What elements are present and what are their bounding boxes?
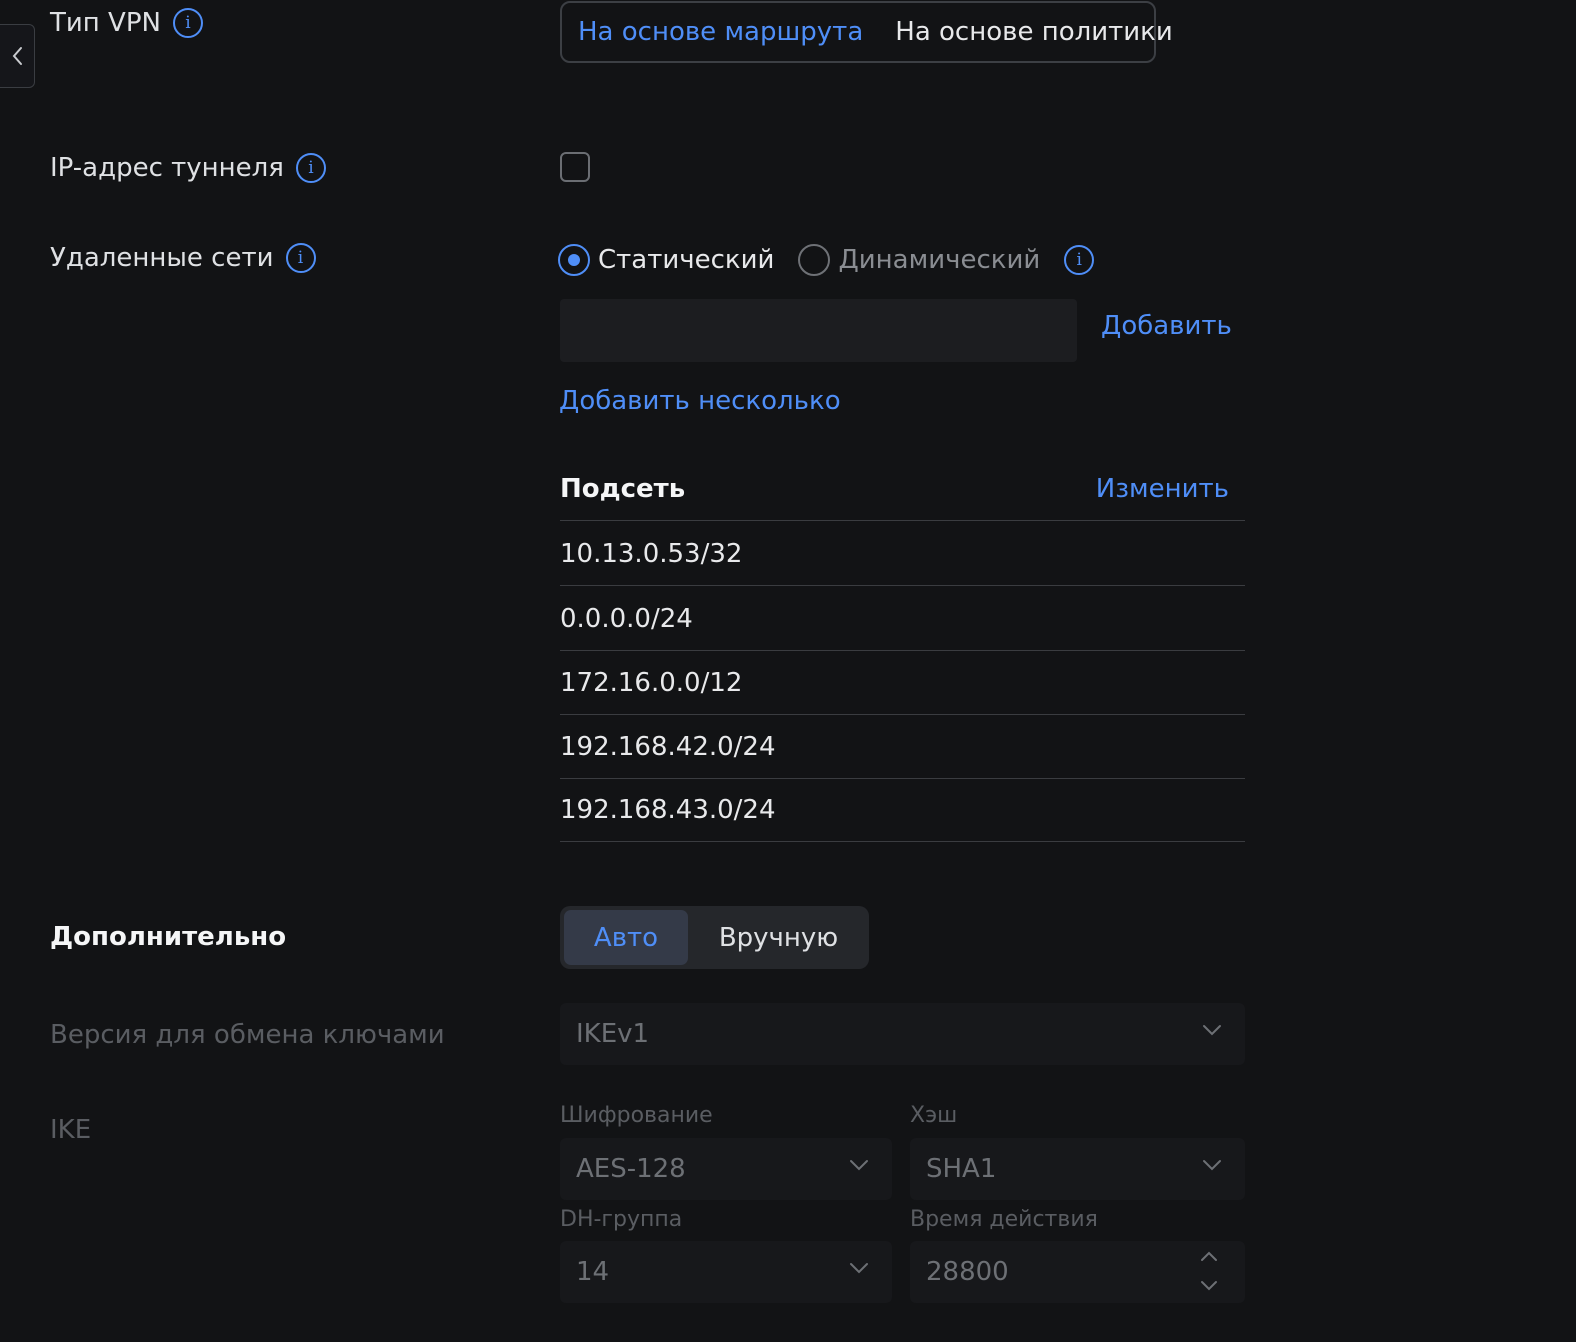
info-icon[interactable]: i (285, 243, 316, 273)
subnet-cell: 192.168.42.0/24 (560, 731, 776, 762)
tunnel-ip-label-text: IP-адрес туннеля (50, 153, 284, 183)
remote-networks-label-text: Удаленные сети (50, 243, 274, 273)
hash-label: Хэш (910, 1103, 958, 1128)
info-icon[interactable]: i (1064, 245, 1095, 275)
chevron-up-icon[interactable] (1199, 1249, 1219, 1263)
radio-static[interactable]: Статический (558, 244, 774, 276)
vpn-type-label-text: Тип VPN (50, 8, 161, 38)
subnet-column-header: Подсеть (560, 474, 686, 504)
table-row: 0.0.0.0/24 (560, 587, 1245, 651)
lifetime-value: 28800 (926, 1257, 1009, 1287)
lifetime-stepper[interactable]: 28800 (910, 1241, 1245, 1303)
hash-value: SHA1 (926, 1154, 997, 1184)
radio-dynamic-indicator[interactable] (798, 244, 831, 276)
edit-subnets-button[interactable]: Изменить (1096, 474, 1229, 504)
dh-group-label: DH-группа (560, 1207, 683, 1232)
chevron-down-icon[interactable] (1199, 1279, 1219, 1293)
ike-label-text: IKE (50, 1115, 92, 1145)
vpn-type-option-policy[interactable]: На основе политики (879, 17, 1189, 47)
add-multiple-link[interactable]: Добавить несколько (559, 386, 841, 416)
subnet-input[interactable] (560, 299, 1077, 362)
table-row: 10.13.0.53/32 (560, 522, 1245, 586)
tunnel-ip-label: IP-адрес туннеля i (50, 153, 326, 183)
info-icon[interactable]: i (172, 8, 203, 38)
encryption-label: Шифрование (560, 1103, 713, 1128)
remote-networks-label: Удаленные сети i (50, 243, 316, 273)
radio-static-label: Статический (598, 245, 775, 275)
advanced-option-auto[interactable]: Авто (564, 910, 688, 965)
chevron-down-icon (1203, 1025, 1221, 1036)
subnet-cell: 172.16.0.0/12 (560, 667, 743, 698)
subnet-cell: 10.13.0.53/32 (560, 538, 743, 569)
subnet-cell: 0.0.0.0/24 (560, 603, 693, 634)
advanced-label-text: Дополнительно (50, 922, 287, 952)
subnet-cell: 192.168.43.0/24 (560, 794, 776, 825)
chevron-down-icon (1203, 1160, 1221, 1171)
vpn-type-option-route[interactable]: На основе маршрута (562, 17, 879, 47)
remote-networks-radio-group: Статический Динамический i (558, 240, 1095, 280)
chevron-down-icon (850, 1263, 868, 1274)
key-exchange-label-text: Версия для обмена ключами (50, 1020, 445, 1050)
radio-dynamic-label: Динамический (838, 245, 1041, 275)
info-icon[interactable]: i (295, 153, 326, 183)
subnet-table-header: Подсеть Изменить (560, 470, 1245, 521)
encryption-value: AES-128 (576, 1154, 686, 1184)
vpn-type-segmented: На основе маршрута На основе политики (560, 1, 1173, 63)
vpn-type-label: Тип VPN i (50, 8, 203, 38)
vpn-settings-page: Тип VPN i На основе маршрута На основе п… (0, 0, 1576, 1342)
add-subnet-button[interactable]: Добавить (1101, 311, 1232, 341)
radio-dynamic[interactable]: Динамический (798, 244, 1040, 276)
dh-group-select[interactable]: 14 (560, 1241, 892, 1303)
table-row: 192.168.43.0/24 (560, 778, 1245, 842)
radio-static-indicator[interactable] (558, 244, 590, 276)
chevron-down-icon (850, 1160, 868, 1171)
chevron-left-icon (12, 47, 22, 65)
tunnel-ip-checkbox[interactable] (560, 152, 590, 182)
key-exchange-value: IKEv1 (576, 1019, 650, 1049)
advanced-option-manual[interactable]: Вручную (692, 910, 865, 965)
advanced-label: Дополнительно (50, 922, 286, 952)
key-exchange-select[interactable]: IKEv1 (560, 1003, 1245, 1065)
key-exchange-label: Версия для обмена ключами (50, 1020, 445, 1050)
ike-label: IKE (50, 1115, 91, 1145)
lifetime-label: Время действия (910, 1207, 1098, 1232)
advanced-mode-toggle: Авто Вручную (560, 906, 869, 969)
dh-group-value: 14 (576, 1257, 610, 1287)
table-row: 172.16.0.0/12 (560, 651, 1245, 715)
hash-select[interactable]: SHA1 (910, 1138, 1245, 1200)
encryption-select[interactable]: AES-128 (560, 1138, 892, 1200)
collapse-panel-button[interactable] (0, 24, 35, 88)
table-row: 192.168.42.0/24 (560, 715, 1245, 779)
